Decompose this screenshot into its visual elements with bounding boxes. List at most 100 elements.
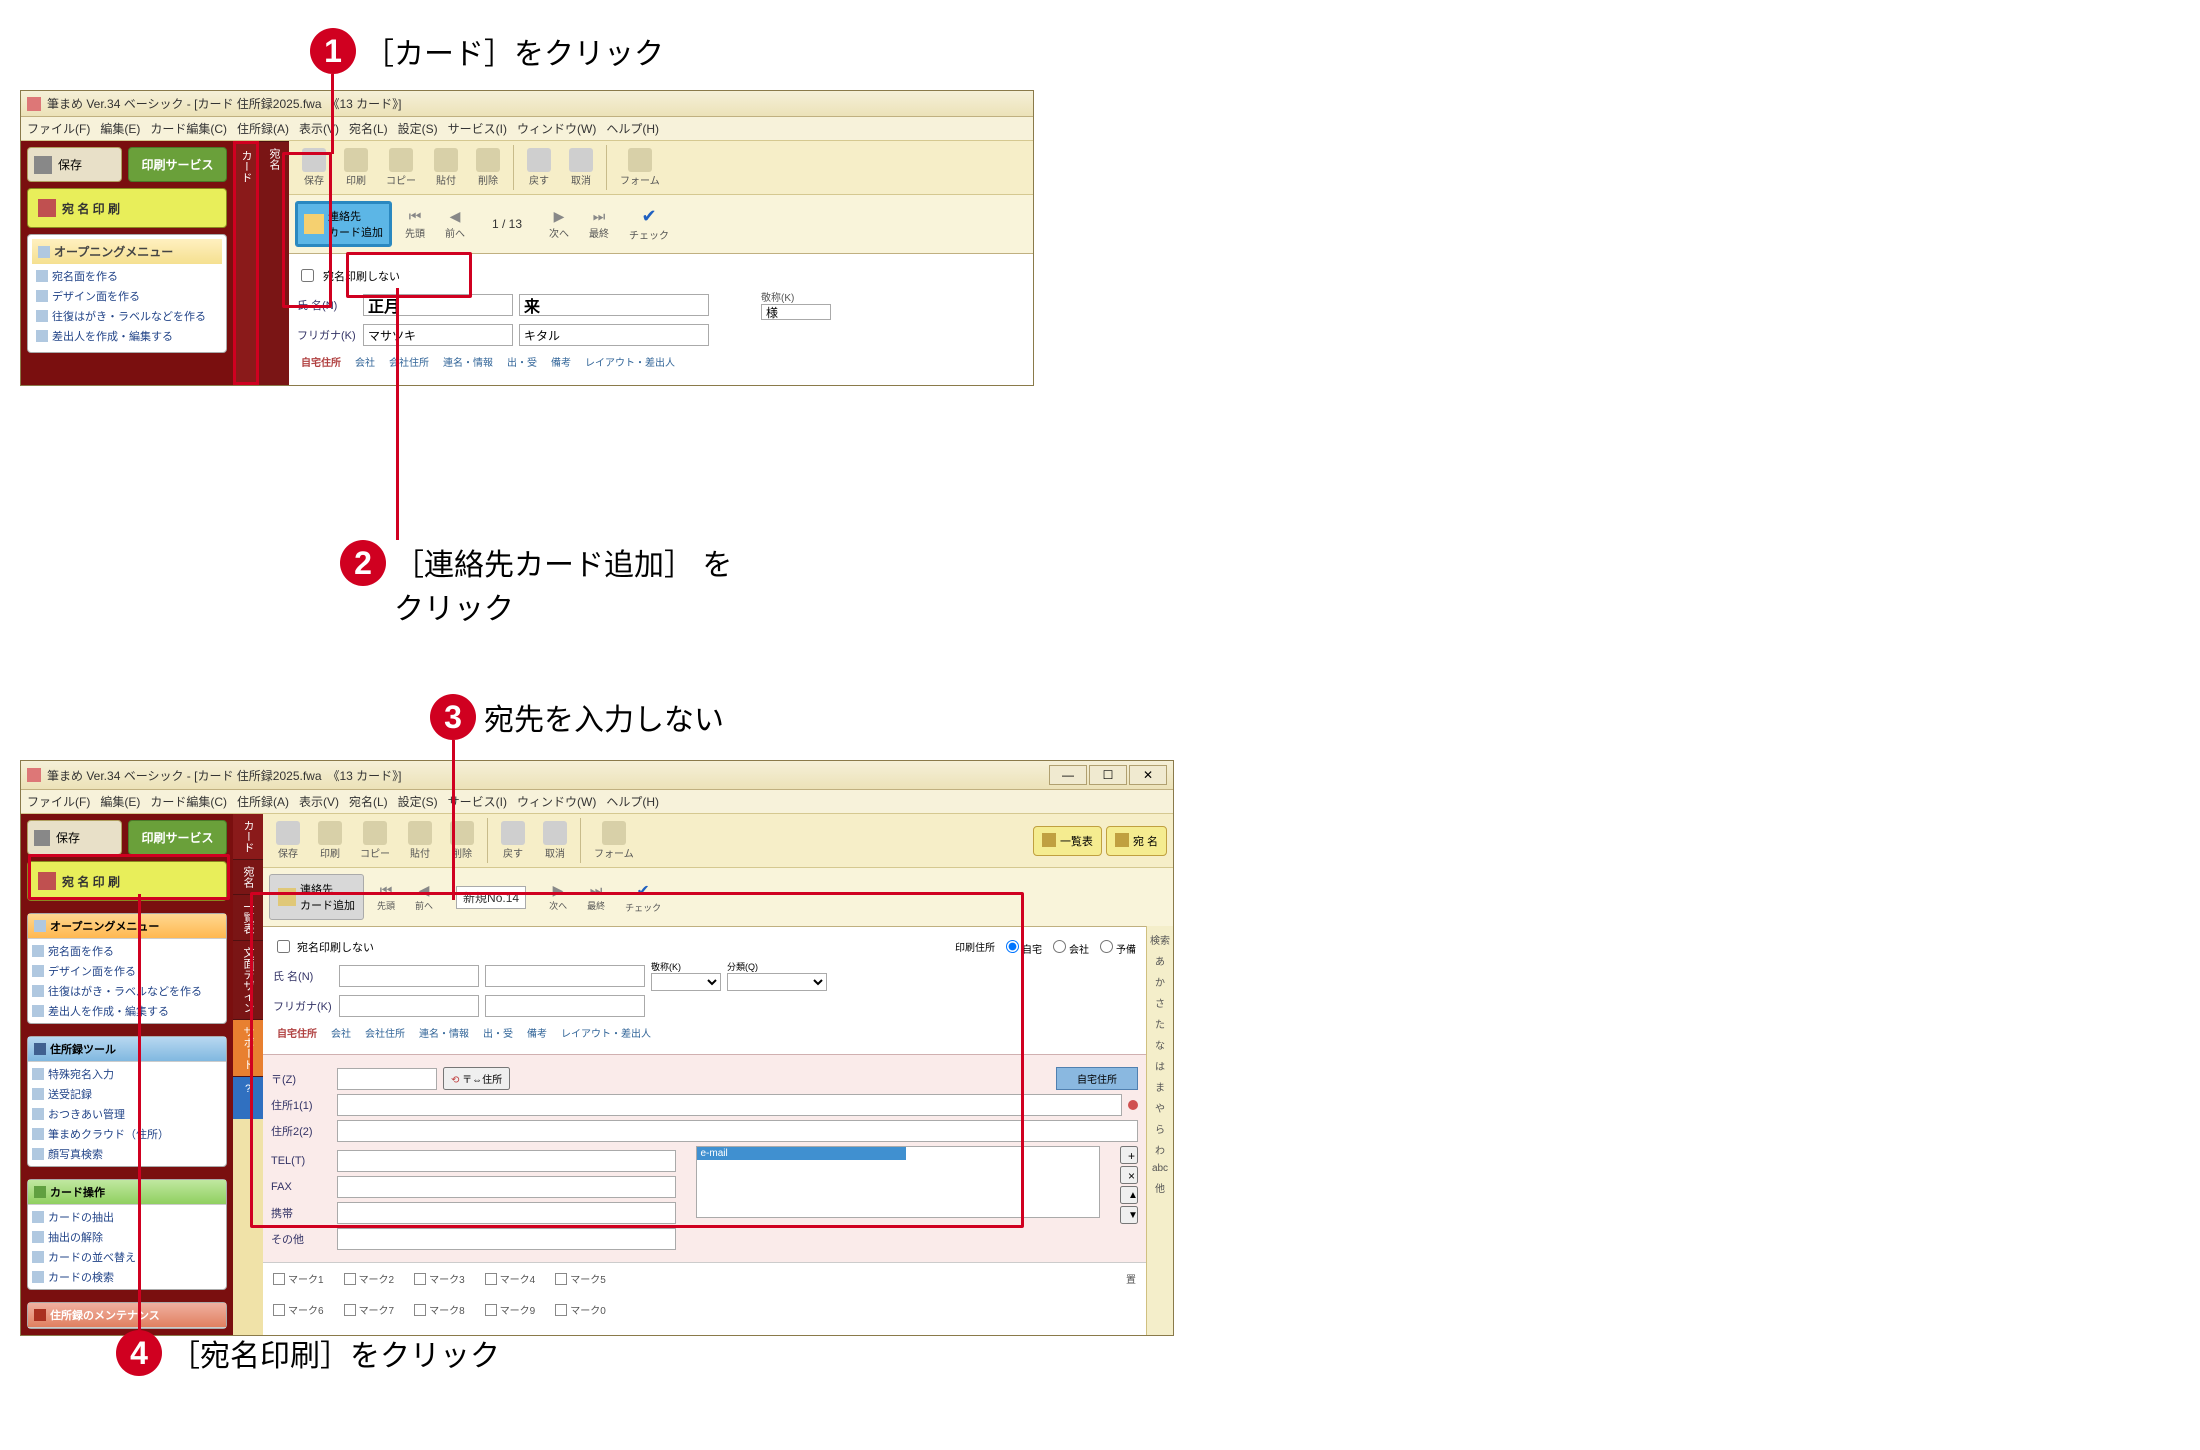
kana-sei-input[interactable] — [363, 324, 513, 346]
mark-5[interactable]: マーク5 — [555, 1271, 606, 1286]
menu-file[interactable]: ファイル(F) — [27, 120, 90, 137]
mei-input[interactable] — [519, 294, 709, 316]
home-addr-button[interactable]: 自宅住所 — [1056, 1067, 1138, 1090]
mark-4[interactable]: マーク4 — [485, 1271, 536, 1286]
kana-sei-input[interactable] — [339, 995, 479, 1017]
tel-input[interactable] — [337, 1150, 676, 1172]
menu-settings[interactable]: 設定(S) — [398, 793, 438, 810]
opt-spare[interactable]: 予備 — [1095, 937, 1136, 956]
idx-na[interactable]: な — [1155, 1037, 1165, 1052]
make-design[interactable]: デザイン面を作る — [32, 961, 222, 981]
idx-ta[interactable]: た — [1155, 1016, 1165, 1031]
opt-company[interactable]: 会社 — [1048, 937, 1089, 956]
card-search[interactable]: カードの検索 — [32, 1267, 222, 1287]
tb-delete[interactable]: 削除 — [443, 818, 481, 863]
group-hdr-addrtool[interactable]: 住所録ツール — [28, 1037, 226, 1062]
menu-view[interactable]: 表示(V) — [299, 793, 339, 810]
menu-atena[interactable]: 宛名(L) — [349, 793, 388, 810]
print-service-button[interactable]: 印刷サービス — [128, 147, 227, 182]
mei-input[interactable] — [485, 965, 645, 987]
idx-a[interactable]: あ — [1155, 953, 1165, 968]
vtab-atena[interactable]: 宛名 — [233, 859, 263, 894]
tab-companyaddr[interactable]: 会社住所 — [385, 352, 433, 371]
save-button[interactable]: 保存 — [27, 147, 122, 182]
email-add-button[interactable]: + — [1120, 1146, 1138, 1164]
mark-8[interactable]: マーク8 — [414, 1302, 465, 1317]
nav-check[interactable]: ✔チェック — [618, 878, 668, 917]
tab-sentrecv[interactable]: 出・受 — [479, 1023, 517, 1042]
btn-atenaview[interactable]: 宛 名 — [1106, 826, 1167, 856]
nav-next[interactable]: ▶次へ — [542, 205, 576, 243]
honor-input[interactable] — [761, 304, 831, 320]
menu-settings[interactable]: 設定(S) — [398, 120, 438, 137]
tb-paste[interactable]: 貼付 — [427, 145, 465, 190]
menu-atena[interactable]: 宛名(L) — [349, 120, 388, 137]
tb-undo[interactable]: 戻す — [494, 818, 532, 863]
email-list[interactable]: e-mail — [696, 1146, 1101, 1218]
menu-window[interactable]: ウィンドウ(W) — [517, 120, 596, 137]
tb-copy[interactable]: コピー — [379, 145, 423, 190]
vtab-card[interactable]: カード — [233, 814, 263, 859]
menu-cardedit[interactable]: カード編集(C) — [150, 120, 227, 137]
nav-prev[interactable]: ◀前へ — [408, 879, 440, 915]
tab-renmei[interactable]: 連名・情報 — [439, 352, 497, 371]
tab-notes[interactable]: 備考 — [547, 352, 575, 371]
close-button[interactable]: ✕ — [1129, 765, 1167, 785]
nav-first[interactable]: ⏮先頭 — [398, 205, 432, 243]
tab-homeaddr[interactable]: 自宅住所 — [273, 1023, 321, 1042]
nav-next[interactable]: ▶次へ — [542, 879, 574, 915]
save-button[interactable]: 保存 — [27, 820, 122, 855]
group-hdr-cardops[interactable]: カード操作 — [28, 1180, 226, 1205]
idx-ma[interactable]: ま — [1155, 1079, 1165, 1094]
vtab-support[interactable]: サポート — [233, 1019, 263, 1076]
tb-paste[interactable]: 貼付 — [401, 818, 439, 863]
email-down-button[interactable]: ▼ — [1120, 1206, 1138, 1224]
idx-ka[interactable]: か — [1155, 974, 1165, 989]
vtab-card[interactable]: カード — [233, 141, 259, 385]
tb-form[interactable]: フォーム — [613, 145, 667, 190]
menu-file[interactable]: ファイル(F) — [27, 793, 90, 810]
idx-ya[interactable]: や — [1155, 1100, 1165, 1115]
idx-other[interactable]: 他 — [1155, 1180, 1165, 1195]
menu-service[interactable]: サービス(I) — [448, 793, 507, 810]
tb-redo[interactable]: 取消 — [562, 145, 600, 190]
tab-companyaddr[interactable]: 会社住所 — [361, 1023, 409, 1042]
card-extract[interactable]: カードの抽出 — [32, 1207, 222, 1227]
menu-addrbook[interactable]: 住所録(A) — [237, 793, 289, 810]
menu-edit[interactable]: 編集(E) — [100, 793, 140, 810]
fax-input[interactable] — [337, 1176, 676, 1198]
send-recv[interactable]: 送受記録 — [32, 1084, 222, 1104]
menubar[interactable]: ファイル(F) 編集(E) カード編集(C) 住所録(A) 表示(V) 宛名(L… — [21, 790, 1173, 814]
menu-help[interactable]: ヘルプ(H) — [606, 120, 659, 137]
tb-print[interactable]: 印刷 — [311, 818, 349, 863]
tb-copy[interactable]: コピー — [353, 818, 397, 863]
maximize-button[interactable]: ☐ — [1089, 765, 1127, 785]
group-hdr-opening[interactable]: オープニングメニュー — [28, 914, 226, 939]
vtab-list[interactable]: 一覧表 — [233, 894, 263, 940]
mark-2[interactable]: マーク2 — [344, 1271, 395, 1286]
tab-layout[interactable]: レイアウト・差出人 — [557, 1023, 655, 1042]
card-sort[interactable]: カードの並べ替え — [32, 1247, 222, 1267]
tb-redo[interactable]: 取消 — [536, 818, 574, 863]
menu-help[interactable]: ヘルプ(H) — [606, 793, 659, 810]
idx-ha[interactable]: は — [1155, 1058, 1165, 1073]
make-design[interactable]: デザイン面を作る — [36, 286, 218, 306]
kana-mei-input[interactable] — [519, 324, 709, 346]
mark-3[interactable]: マーク3 — [414, 1271, 465, 1286]
tab-homeaddr[interactable]: 自宅住所 — [297, 352, 345, 371]
make-label[interactable]: 往復はがき・ラベルなどを作る — [32, 981, 222, 1001]
nav-last[interactable]: ⏭最終 — [580, 879, 612, 915]
idx-wa[interactable]: わ — [1155, 1142, 1165, 1157]
idx-sa[interactable]: さ — [1155, 995, 1165, 1010]
tb-print[interactable]: 印刷 — [337, 145, 375, 190]
menu-cardedit[interactable]: カード編集(C) — [150, 793, 227, 810]
addr1-input[interactable] — [337, 1094, 1122, 1116]
menu-edit[interactable]: 編集(E) — [100, 120, 140, 137]
menubar[interactable]: ファイル(F) 編集(E) カード編集(C) 住所録(A) 表示(V) 宛名(L… — [21, 117, 1033, 141]
mark-7[interactable]: マーク7 — [344, 1302, 395, 1317]
kana-mei-input[interactable] — [485, 995, 645, 1017]
zip-addr-button[interactable]: ⟲ 〒⇔住所 — [443, 1067, 510, 1090]
add-contact-button[interactable]: 連絡先 カード追加 — [295, 201, 392, 247]
mark-9[interactable]: マーク9 — [485, 1302, 536, 1317]
make-sender[interactable]: 差出人を作成・編集する — [36, 326, 218, 346]
